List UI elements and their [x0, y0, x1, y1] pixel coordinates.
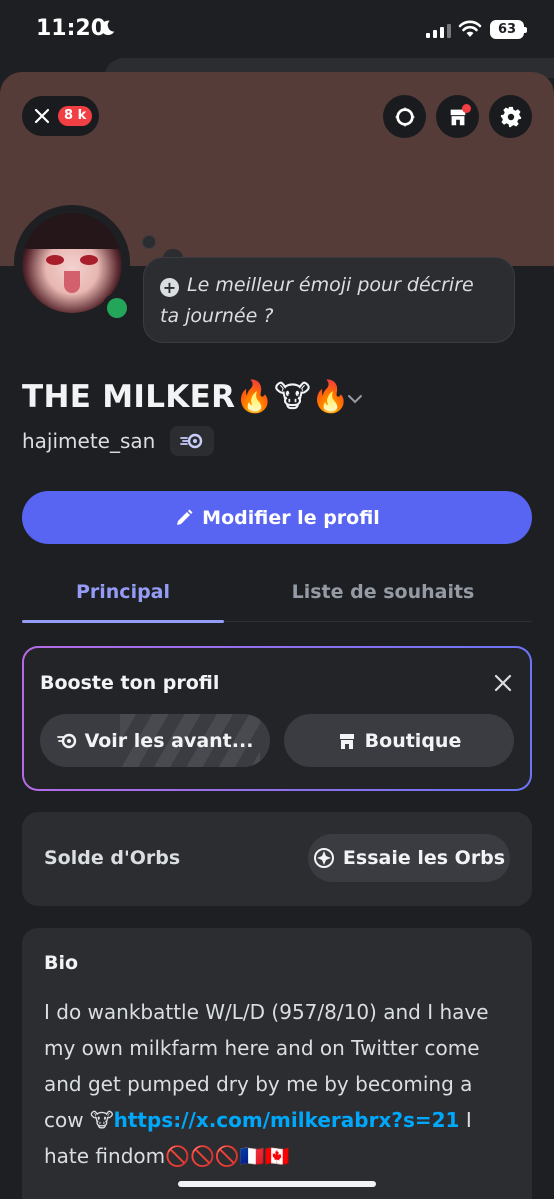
- nitro-eye-icon: [56, 733, 76, 748]
- shop-notification-dot: [462, 104, 471, 113]
- pencil-icon: [177, 509, 193, 525]
- status-time: 11:20: [36, 16, 107, 41]
- dismiss-boost-icon[interactable]: [494, 674, 512, 692]
- tab-wishlist[interactable]: Liste de souhaits: [272, 562, 494, 622]
- bio-link[interactable]: https://x.com/milkerabrx?s=21: [114, 1108, 460, 1132]
- battery-icon: 63: [490, 20, 527, 39]
- boutique-button[interactable]: Boutique: [284, 714, 514, 767]
- chevron-down-icon[interactable]: [346, 393, 364, 405]
- nitro-badge-icon: [394, 106, 415, 127]
- wifi-icon: [458, 20, 482, 37]
- moon-icon: [100, 20, 115, 36]
- display-name: THE MILKER🔥🐮🔥: [22, 379, 351, 415]
- battery-level: 63: [497, 22, 517, 37]
- orbs-balance-label: Solde d'Orbs: [44, 847, 181, 869]
- notification-badge: 8 k: [58, 106, 93, 126]
- view-perks-label: Voir les avant...: [84, 729, 254, 752]
- tab-principal[interactable]: Principal: [22, 562, 224, 622]
- username: hajimete_san: [22, 429, 156, 453]
- shop-button[interactable]: [436, 95, 479, 138]
- settings-button[interactable]: [489, 95, 532, 138]
- close-icon: [34, 108, 50, 124]
- boost-profile-card: Booste ton profil Voir les avant... Bout…: [22, 646, 532, 791]
- view-perks-button[interactable]: Voir les avant...: [40, 714, 270, 767]
- gear-icon: [500, 106, 521, 127]
- home-indicator[interactable]: [178, 1181, 376, 1187]
- orbs-balance-card: Solde d'Orbs Essaie les Orbs: [22, 812, 532, 906]
- nitro-badge[interactable]: [170, 426, 214, 456]
- boost-title: Booste ton profil: [40, 672, 220, 694]
- try-orbs-button[interactable]: Essaie les Orbs: [308, 834, 510, 882]
- profile-tabs: Principal Liste de souhaits: [22, 562, 532, 623]
- close-button[interactable]: 8 k: [22, 96, 99, 136]
- active-tab-indicator: [22, 620, 224, 623]
- status-prompt: Le meilleur émoji pour décrire ta journé…: [160, 274, 474, 327]
- status-bubble[interactable]: + Le meilleur émoji pour décrire ta journ…: [143, 257, 515, 343]
- add-status-icon: +: [160, 278, 179, 297]
- status-bar: 11:20 63: [0, 0, 554, 62]
- bio-text: I do wankbattle W/L/D (957/8/10) and I h…: [44, 994, 514, 1174]
- online-status-indicator: [107, 298, 127, 318]
- bio-heading: Bio: [44, 952, 79, 974]
- nitro-button[interactable]: [383, 95, 426, 138]
- boutique-label: Boutique: [364, 729, 462, 752]
- try-orbs-label: Essaie les Orbs: [342, 847, 506, 869]
- edit-profile-button[interactable]: Modifier le profil: [22, 491, 532, 544]
- shop-icon: [339, 733, 354, 749]
- profile-sheet: 8 k + Le meilleur émoji pour décrire ta j…: [0, 72, 554, 1199]
- cellular-signal-icon: [426, 23, 451, 38]
- bio-card: Bio I do wankbattle W/L/D (957/8/10) and…: [22, 928, 532, 1199]
- edit-profile-label: Modifier le profil: [202, 506, 380, 529]
- orb-icon: [313, 848, 334, 868]
- nitro-icon: [180, 433, 203, 449]
